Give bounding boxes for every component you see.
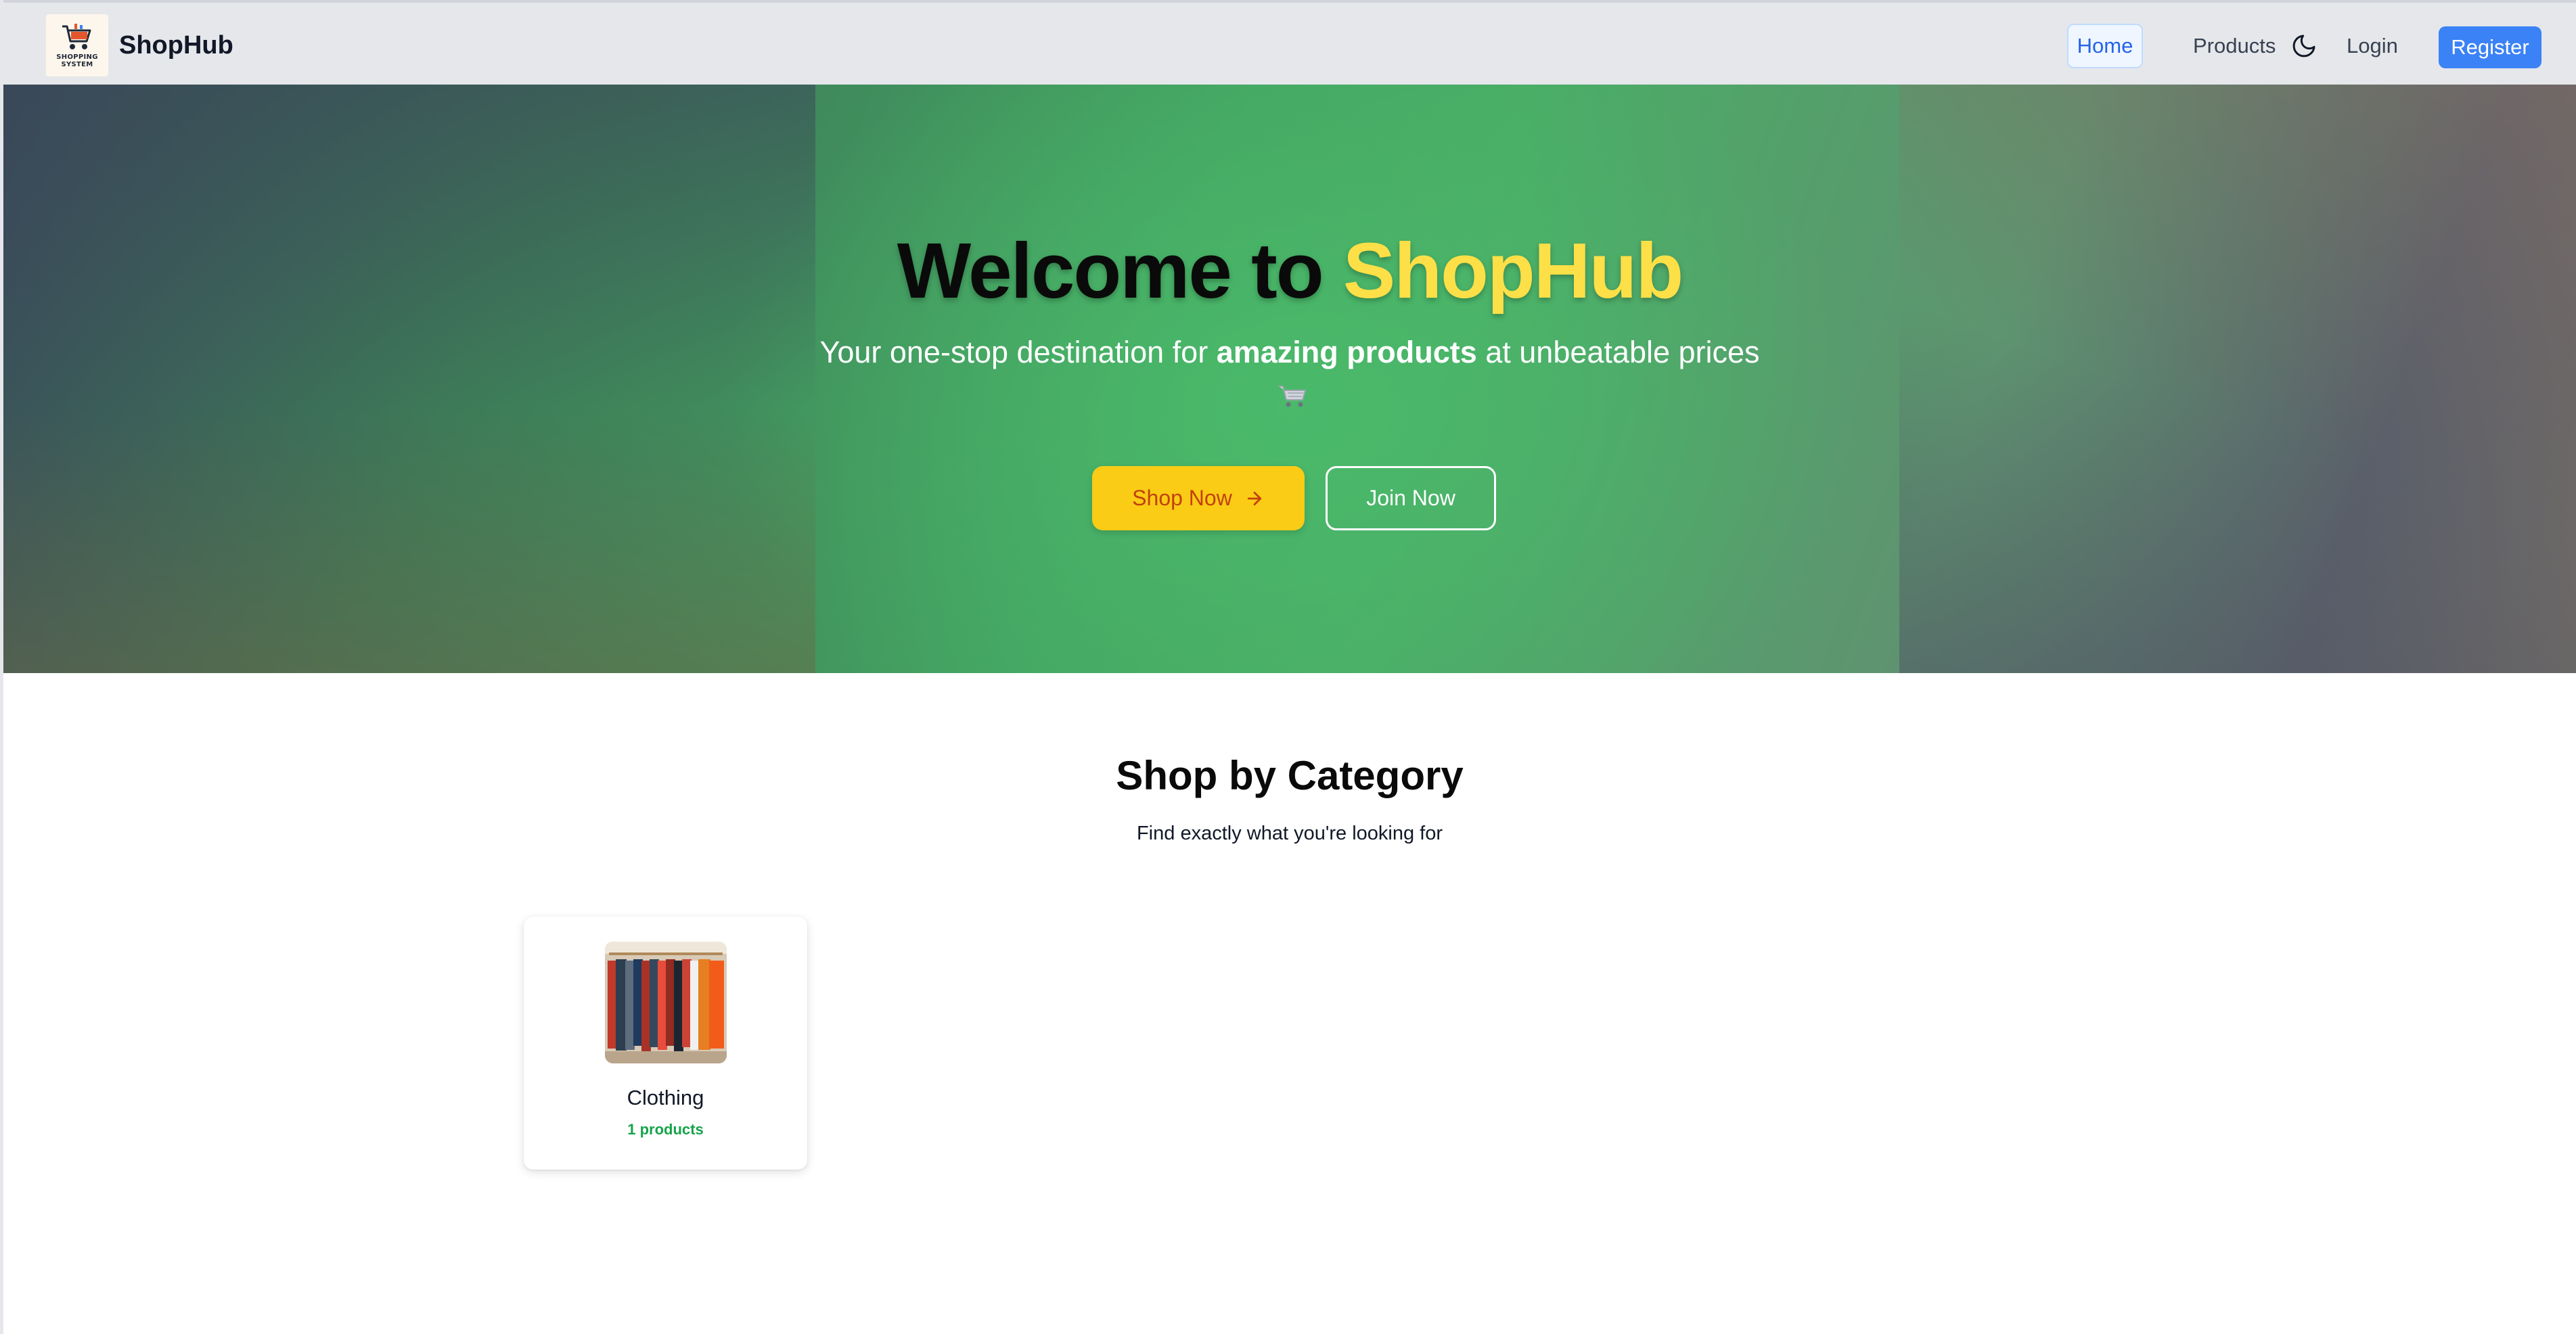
- hero-shade-left: [3, 85, 815, 673]
- hero-title-welcome: Welcome to: [897, 227, 1343, 315]
- hero-subtitle: Your one-stop destination for amazing pr…: [3, 335, 2576, 370]
- hero-title: Welcome to ShopHub: [3, 225, 2576, 316]
- nav-home-link[interactable]: Home: [2067, 24, 2143, 68]
- hero-subtitle-pre: Your one-stop destination for: [819, 335, 1217, 369]
- shop-now-button[interactable]: Shop Now: [1092, 466, 1305, 530]
- shop-now-label: Shop Now: [1132, 486, 1232, 510]
- moon-icon[interactable]: [2290, 32, 2318, 60]
- register-button[interactable]: Register: [2439, 26, 2541, 68]
- hero-subtitle-bold: amazing products: [1216, 335, 1477, 369]
- brand-link[interactable]: SHOPPING SYSTEM ShopHub: [46, 14, 233, 76]
- join-now-button[interactable]: Join Now: [1326, 466, 1496, 530]
- category-name: Clothing: [627, 1086, 704, 1109]
- hero-shade-right: [1899, 85, 2576, 673]
- category-product-count: 1 products: [627, 1121, 704, 1138]
- nav-products-link[interactable]: Products: [2193, 24, 2276, 68]
- navbar: SHOPPING SYSTEM ShopHub Home Products Lo…: [3, 0, 2576, 85]
- nav-login-link[interactable]: Login: [2347, 24, 2398, 68]
- hero-banner: Welcome to ShopHub Your one-stop destina…: [3, 85, 2576, 673]
- hero-title-brand: ShopHub: [1342, 227, 1684, 315]
- category-section-subtitle: Find exactly what you're looking for: [1136, 823, 1443, 844]
- brand-name: ShopHub: [119, 30, 233, 60]
- arrow-right-icon: [1247, 491, 1261, 505]
- category-card-clothing[interactable]: Clothing 1 products: [524, 917, 807, 1170]
- logo-text: SHOPPING SYSTEM: [56, 53, 98, 68]
- shop-logo: SHOPPING SYSTEM: [46, 14, 108, 76]
- clothing-image: [605, 942, 727, 1063]
- hero-subtitle-post: at unbeatable prices: [1476, 335, 1760, 369]
- shopping-cart-icon: [1277, 382, 1308, 409]
- page: SHOPPING SYSTEM ShopHub Home Products Lo…: [0, 0, 2576, 1334]
- category-section-title: Shop by Category: [1116, 753, 1464, 798]
- cart-logo-icon: [62, 24, 91, 49]
